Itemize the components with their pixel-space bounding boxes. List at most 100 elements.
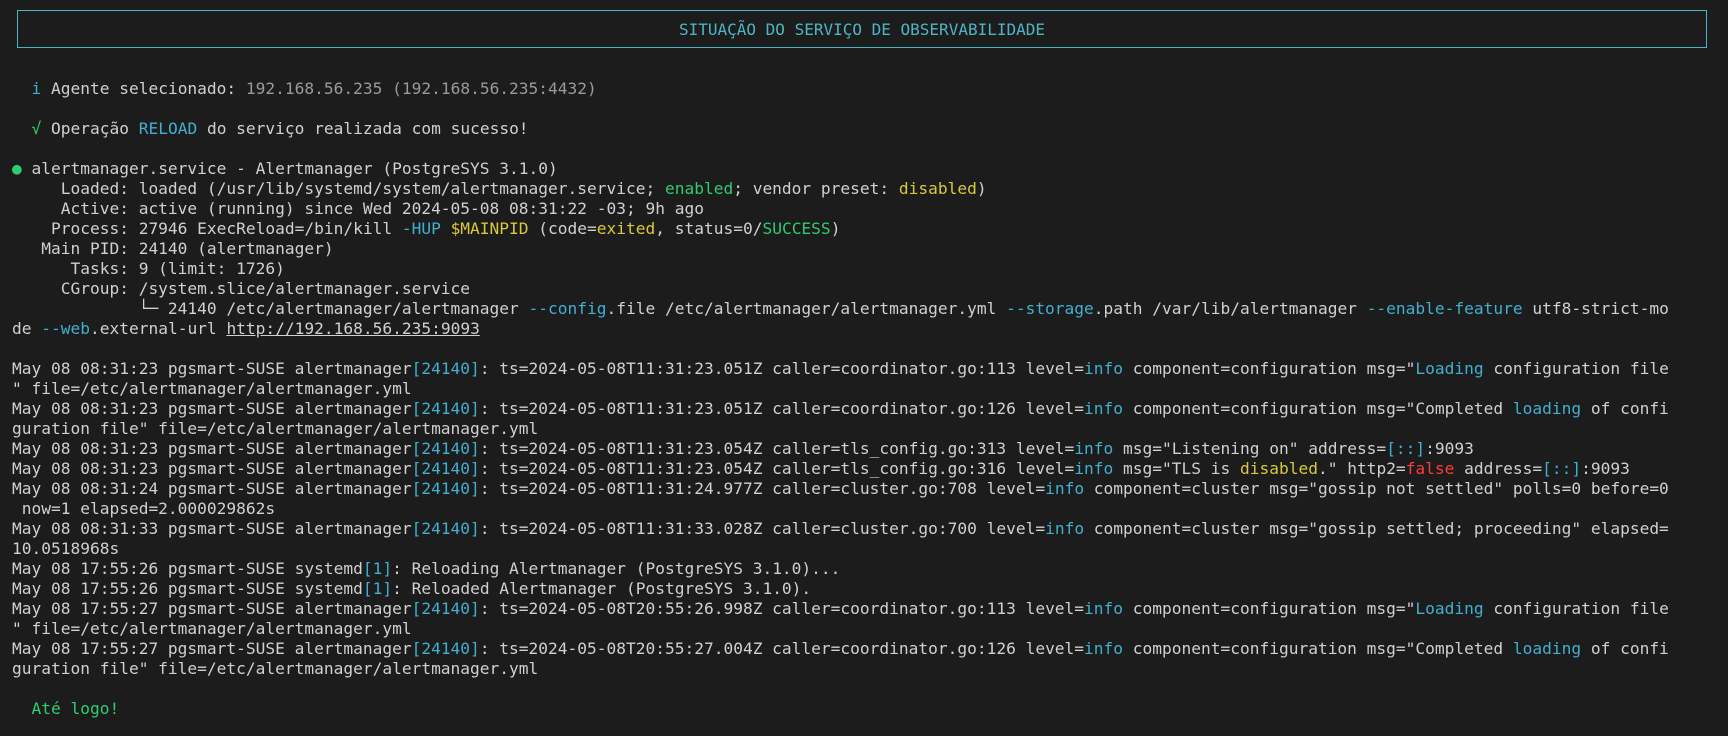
terminal-text: : ts=2024-05-08T11:31:23.051Z caller=coo… (479, 359, 1085, 378)
terminal-text: Loading (1415, 359, 1484, 378)
terminal-text: disabled (1240, 459, 1318, 478)
terminal-line: May 08 08:31:23 pgsmart-SUSE alertmanage… (12, 439, 1728, 459)
terminal-line: Active: active (running) since Wed 2024-… (12, 199, 1728, 219)
terminal-line: CGroup: /system.slice/alertmanager.servi… (12, 279, 1728, 299)
terminal-text: ) (830, 219, 841, 238)
terminal-text: : ts=2024-05-08T11:31:24.977Z caller=clu… (479, 479, 1046, 498)
terminal-line: " file=/etc/alertmanager/alertmanager.ym… (12, 619, 1728, 639)
terminal-text: : ts=2024-05-08T11:31:33.028Z caller=clu… (479, 519, 1046, 538)
terminal-line: ● alertmanager.service - Alertmanager (P… (12, 159, 1728, 179)
terminal-line: guration file" file=/etc/alertmanager/al… (12, 419, 1728, 439)
terminal-text: SUCCESS (762, 219, 831, 238)
terminal-text: Process: 27946 ExecReload=/bin/kill (12, 219, 402, 238)
terminal-text: configuration file (1483, 599, 1669, 618)
terminal-text: info (1045, 479, 1085, 498)
terminal-text: utf8-strict-mo (1522, 299, 1669, 318)
terminal-text: de (12, 319, 42, 338)
terminal-line: Main PID: 24140 (alertmanager) (12, 239, 1728, 259)
terminal-text: i (31, 79, 42, 98)
terminal-text: of confi (1581, 639, 1669, 658)
terminal-text: May 08 17:55:27 pgsmart-SUSE alertmanage… (12, 599, 412, 618)
terminal-text: .external-url (89, 319, 227, 338)
terminal-text: info (1084, 359, 1124, 378)
terminal-text: component=configuration msg="Completed (1123, 399, 1513, 418)
terminal-text: : Reloading Alertmanager (PostgreSYS 3.1… (392, 559, 841, 578)
terminal-text: msg="TLS is (1113, 459, 1240, 478)
terminal-text: May 08 08:31:23 pgsmart-SUSE alertmanage… (12, 359, 412, 378)
terminal-text: " file=/etc/alertmanager/alertmanager.ym… (12, 619, 412, 638)
terminal-text: info (1084, 599, 1124, 618)
terminal-text: Até logo! (31, 699, 120, 718)
terminal-text: :9093 (1425, 439, 1474, 458)
terminal-text: [24140] (411, 599, 480, 618)
terminal-text: [24140] (411, 359, 480, 378)
terminal-text: do serviço realizada com sucesso! (197, 119, 529, 138)
terminal-text: guration file" file=/etc/alertmanager/al… (12, 419, 539, 438)
terminal-line: Process: 27946 ExecReload=/bin/kill -HUP… (12, 219, 1728, 239)
terminal-text: : ts=2024-05-08T11:31:23.051Z caller=coo… (479, 399, 1085, 418)
terminal-line: Loaded: loaded (/usr/lib/systemd/system/… (12, 179, 1728, 199)
terminal-text: : Reloaded Alertmanager (PostgreSYS 3.1.… (392, 579, 812, 598)
terminal-text: --storage (1006, 299, 1094, 318)
terminal-text: guration file" file=/etc/alertmanager/al… (12, 659, 539, 678)
terminal-output: i Agente selecionado: 192.168.56.235 (19… (12, 79, 1728, 719)
terminal-text: " file=/etc/alertmanager/alertmanager.ym… (12, 379, 412, 398)
terminal-text: ; vendor preset: (733, 179, 899, 198)
terminal-text: [::] (1386, 439, 1426, 458)
terminal-text: Loading (1415, 599, 1484, 618)
terminal-text: √ (31, 119, 42, 138)
terminal-text: info (1084, 639, 1124, 658)
terminal-text: [1] (362, 559, 393, 578)
terminal-text[interactable]: http://192.168.56.235:9093 (226, 319, 479, 338)
terminal-text: enabled (664, 179, 734, 198)
terminal-text: now=1 elapsed=2.000029862s (12, 499, 276, 518)
terminal-text: Operação (41, 119, 139, 138)
terminal-text: [24140] (411, 479, 480, 498)
terminal-line: May 08 08:31:23 pgsmart-SUSE alertmanage… (12, 459, 1728, 479)
terminal-line: Até logo! (12, 699, 1728, 719)
terminal-text: ) (976, 179, 987, 198)
terminal-text: [24140] (411, 459, 480, 478)
terminal-line: " file=/etc/alertmanager/alertmanager.ym… (12, 379, 1728, 399)
terminal-text: May 08 08:31:23 pgsmart-SUSE alertmanage… (12, 459, 412, 478)
terminal-text: false (1405, 459, 1455, 478)
terminal-line: May 08 08:31:24 pgsmart-SUSE alertmanage… (12, 479, 1728, 499)
terminal-text: May 08 17:55:27 pgsmart-SUSE alertmanage… (12, 639, 412, 658)
terminal-text: of confi (1581, 399, 1669, 418)
terminal-text: [24140] (411, 519, 480, 538)
terminal-text: May 08 08:31:23 pgsmart-SUSE alertmanage… (12, 439, 412, 458)
terminal-text: Main PID: 24140 (alertmanager) (12, 239, 334, 258)
terminal-line: de --web.external-url http://192.168.56.… (12, 319, 1728, 339)
terminal-text: └─ 24140 /etc/alertmanager/alertmanager (12, 299, 529, 318)
terminal-text: component=configuration msg=" (1123, 599, 1416, 618)
terminal-text: component=cluster msg="gossip settled; p… (1084, 519, 1669, 538)
terminal-text: CGroup: /system.slice/alertmanager.servi… (12, 279, 471, 298)
terminal-text: May 08 08:31:23 pgsmart-SUSE alertmanage… (12, 399, 412, 418)
terminal-text: [::] (1542, 459, 1582, 478)
terminal-text: exited (596, 219, 656, 238)
terminal-text: loading (1512, 639, 1582, 658)
terminal-text: [24140] (411, 439, 480, 458)
terminal-line: now=1 elapsed=2.000029862s (12, 499, 1728, 519)
terminal-text: configuration file (1483, 359, 1669, 378)
terminal-line: May 08 08:31:23 pgsmart-SUSE alertmanage… (12, 359, 1728, 379)
terminal-text: loading (1512, 399, 1582, 418)
terminal-text: 10.0518968s (12, 539, 120, 558)
terminal-text: info (1074, 439, 1114, 458)
terminal-text: info (1045, 519, 1085, 538)
terminal-text: May 08 17:55:26 pgsmart-SUSE systemd (12, 559, 363, 578)
terminal-text: Tasks: 9 (limit: 1726) (12, 259, 285, 278)
terminal-text: alertmanager.service - Alertmanager (Pos… (21, 159, 558, 178)
terminal-text: Loaded: loaded (/usr/lib/systemd/system/… (12, 179, 665, 198)
terminal-text: --enable-feature (1366, 299, 1523, 318)
terminal-text: ● (12, 159, 22, 178)
terminal-line: └─ 24140 /etc/alertmanager/alertmanager … (12, 299, 1728, 319)
terminal-text: May 08 17:55:26 pgsmart-SUSE systemd (12, 579, 363, 598)
terminal-text: , status=0/ (655, 219, 763, 238)
terminal-text: RELOAD (138, 119, 198, 138)
